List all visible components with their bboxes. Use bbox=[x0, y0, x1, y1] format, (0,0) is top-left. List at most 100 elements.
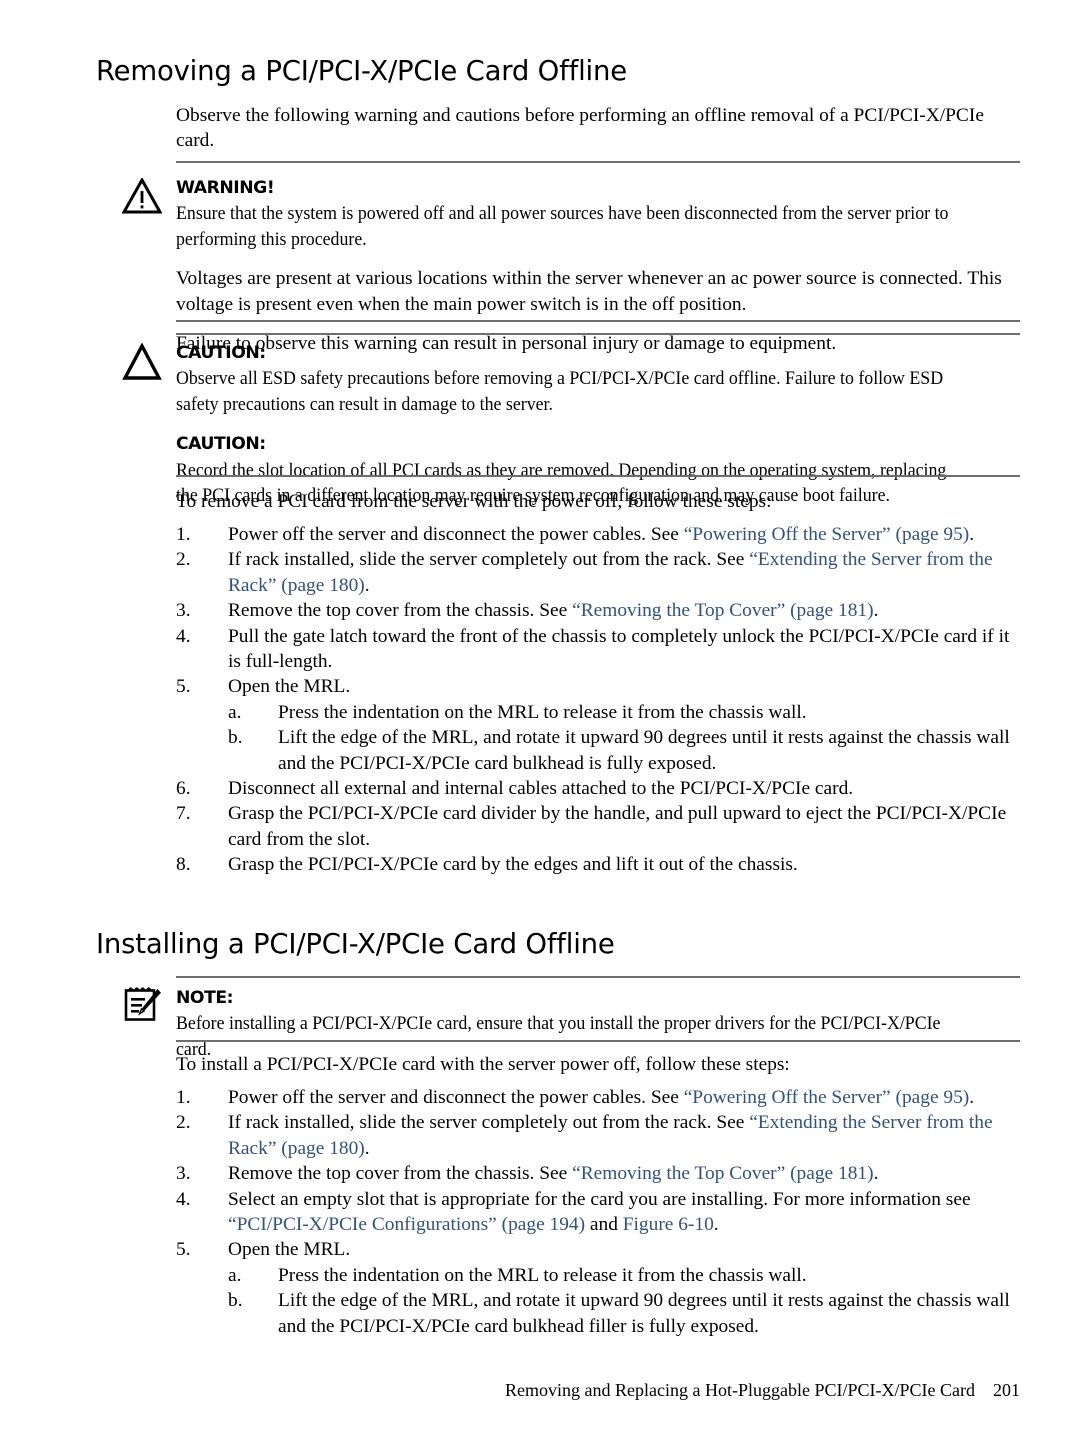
list-item-text: Pull the gate latch toward the front of … bbox=[228, 626, 1009, 672]
install-steps-list: 1. Power off the server and disconnect th… bbox=[176, 1085, 1020, 1339]
sub-list-item-text: Press the indentation on the MRL to rele… bbox=[278, 701, 807, 723]
cross-reference-link[interactable]: “Powering Off the Server” (page 95) bbox=[684, 1087, 970, 1108]
list-item: 3. Remove the top cover from the chassis.… bbox=[176, 1161, 1020, 1186]
cross-reference-link[interactable]: Figure 6-10 bbox=[623, 1214, 714, 1235]
list-item-text-run: . bbox=[364, 1137, 370, 1159]
caution-1-paragraph: CAUTION: Observe all ESD safety precautio… bbox=[176, 340, 1020, 417]
list-item-text: Power off the server and disconnect the … bbox=[228, 1087, 974, 1108]
rule-note-top bbox=[176, 976, 1020, 978]
list-item-text-run: . bbox=[873, 600, 879, 622]
warning-text-1: Ensure that the system is powered off an… bbox=[176, 203, 949, 250]
list-item-marker: 1. bbox=[176, 1087, 191, 1108]
list-item-text: Grasp the PCI/PCI-X/PCIe card divider by… bbox=[228, 803, 1006, 849]
caution-triangle-icon bbox=[122, 343, 168, 385]
list-item-marker: 5. bbox=[176, 676, 191, 698]
footer-running-title: Removing and Replacing a Hot-Pluggable P… bbox=[505, 1380, 975, 1400]
list-item-text-run: Grasp the PCI/PCI-X/PCIe card by the edg… bbox=[228, 854, 798, 876]
sub-steps-list: a. Press the indentation on the MRL to re… bbox=[228, 700, 1020, 776]
document-page: Removing a PCI/PCI-X/PCIe Card Offline O… bbox=[0, 0, 1080, 1438]
list-item: 2. If rack installed, slide the server co… bbox=[176, 547, 1020, 598]
list-item: 4. Pull the gate latch toward the front o… bbox=[176, 624, 1020, 675]
section-heading-installing: Installing a PCI/PCI-X/PCIe Card Offline bbox=[96, 928, 615, 960]
list-item-marker: 7. bbox=[176, 803, 191, 825]
list-item-marker: 2. bbox=[176, 1112, 191, 1134]
list-item-marker: 6. bbox=[176, 778, 191, 800]
rule-note-bottom bbox=[176, 1040, 1020, 1042]
footer-page-number: 201 bbox=[993, 1380, 1020, 1400]
list-item-marker: 3. bbox=[176, 1163, 191, 1185]
page-footer: Removing and Replacing a Hot-Pluggable P… bbox=[0, 1380, 1020, 1401]
list-item: 1. Power off the server and disconnect th… bbox=[176, 522, 1020, 547]
sub-list-item-text: Lift the edge of the MRL, and rotate it … bbox=[278, 727, 1010, 774]
cross-reference-link[interactable]: “Powering Off the Server” (page 95) bbox=[684, 524, 970, 545]
install-lead-in: To install a PCI/PCI-X/PCIe card with th… bbox=[176, 1054, 790, 1075]
list-item-text-run: Remove the top cover from the chassis. S… bbox=[228, 1163, 573, 1185]
cross-reference-link[interactable]: “Removing the Top Cover” (page 181) bbox=[572, 1163, 873, 1184]
sub-list-item-text: Press the indentation on the MRL to rele… bbox=[278, 1264, 807, 1286]
cross-reference-link[interactable]: “PCI/PCI-X/PCIe Configurations” (page 19… bbox=[228, 1214, 585, 1235]
list-item-text-run: Open the MRL. bbox=[228, 1239, 351, 1261]
list-item: 6. Disconnect all external and internal c… bbox=[176, 776, 1020, 801]
list-item-text: Select an empty slot that is appropriate… bbox=[228, 1189, 971, 1235]
warning-paragraph-1: WARNING! Ensure that the system is powere… bbox=[176, 175, 1020, 252]
list-item-text: Power off the server and disconnect the … bbox=[228, 524, 974, 545]
list-item-text-run: Select an empty slot that is appropriate… bbox=[228, 1188, 971, 1210]
list-item: 1. Power off the server and disconnect th… bbox=[176, 1085, 1020, 1110]
list-item-marker: 5. bbox=[176, 1239, 191, 1261]
list-item-text-run: Disconnect all external and internal cab… bbox=[228, 778, 854, 800]
caution-1-label: CAUTION: bbox=[176, 343, 266, 363]
sub-list-item-marker: b. bbox=[228, 727, 243, 749]
rule-warning-top bbox=[176, 161, 1020, 163]
warning-block: WARNING! Ensure that the system is powere… bbox=[176, 175, 1020, 356]
list-item: 5. Open the MRL. bbox=[176, 1237, 1020, 1262]
list-item-marker: 4. bbox=[176, 1188, 191, 1210]
removal-lead-in: To remove a PCI card from the server wit… bbox=[176, 491, 772, 512]
sub-list-item: b. Lift the edge of the MRL, and rotate i… bbox=[228, 725, 1020, 776]
list-item-text-run: Remove the top cover from the chassis. S… bbox=[228, 600, 573, 622]
list-item-text: Open the MRL. bbox=[228, 1239, 350, 1260]
list-item-text-run: If rack installed, slide the server comp… bbox=[228, 549, 750, 571]
list-item-text-run: Open the MRL. bbox=[228, 676, 351, 698]
note-notepad-pencil-icon bbox=[120, 984, 166, 1026]
sub-steps-list: a. Press the indentation on the MRL to re… bbox=[228, 1263, 1020, 1339]
list-item-text-run: . bbox=[873, 1163, 879, 1185]
caution-1-text: Observe all ESD safety precautions befor… bbox=[176, 368, 944, 415]
sub-list-item: a. Press the indentation on the MRL to re… bbox=[228, 700, 1020, 725]
list-item-text-run: . bbox=[969, 524, 975, 545]
note-block: NOTE:Before installing a PCI/PCI-X/PCIe … bbox=[176, 985, 1020, 1062]
sub-list-item: b. Lift the edge of the MRL, and rotate i… bbox=[228, 1288, 1020, 1339]
list-item-text: Open the MRL. bbox=[228, 676, 350, 697]
warning-label: WARNING! bbox=[176, 178, 275, 198]
warning-paragraph-2: Voltages are present at various location… bbox=[176, 268, 1002, 315]
cross-reference-link[interactable]: “Removing the Top Cover” (page 181) bbox=[572, 600, 873, 621]
list-item: 8. Grasp the PCI/PCI-X/PCIe card by the e… bbox=[176, 852, 1020, 877]
list-item: 7. Grasp the PCI/PCI-X/PCIe card divider … bbox=[176, 801, 1020, 852]
list-item-text-run: . bbox=[713, 1214, 719, 1236]
list-item-marker: 1. bbox=[176, 524, 191, 545]
list-item-text-run: . bbox=[969, 1087, 975, 1108]
list-item-text: If rack installed, slide the server comp… bbox=[228, 1112, 993, 1158]
rule-caution-bottom bbox=[176, 475, 1020, 477]
sub-list-item-marker: b. bbox=[228, 1290, 243, 1312]
list-item-text: Disconnect all external and internal cab… bbox=[228, 778, 853, 799]
warning-triangle-icon bbox=[122, 178, 168, 220]
list-item-marker: 4. bbox=[176, 625, 191, 647]
list-item-text-run: . bbox=[364, 574, 370, 596]
rule-caution-top bbox=[176, 333, 1020, 335]
intro-paragraph-removing: Observe the following warning and cautio… bbox=[176, 105, 984, 152]
list-item-text: Grasp the PCI/PCI-X/PCIe card by the edg… bbox=[228, 854, 798, 875]
list-item: 2. If rack installed, slide the server co… bbox=[176, 1110, 1020, 1161]
sub-list-item-text: Lift the edge of the MRL, and rotate it … bbox=[278, 1290, 1010, 1337]
note-paragraph: NOTE:Before installing a PCI/PCI-X/PCIe … bbox=[176, 985, 1020, 1062]
sub-list-item-marker: a. bbox=[228, 701, 242, 723]
list-item-text-run: and bbox=[585, 1214, 623, 1236]
list-item: 5. Open the MRL. bbox=[176, 674, 1020, 699]
list-item-text-run: Pull the gate latch toward the front of … bbox=[228, 625, 1010, 673]
list-item-text: If rack installed, slide the server comp… bbox=[228, 549, 993, 595]
list-item-text: Remove the top cover from the chassis. S… bbox=[228, 1163, 878, 1184]
list-item-text-run: Grasp the PCI/PCI-X/PCIe card divider by… bbox=[228, 803, 1007, 850]
list-item-text-run: Power off the server and disconnect the … bbox=[228, 1087, 684, 1108]
note-label: NOTE: bbox=[176, 988, 234, 1008]
removal-steps-list: 1. Power off the server and disconnect th… bbox=[176, 522, 1020, 878]
list-item-marker: 3. bbox=[176, 600, 191, 622]
